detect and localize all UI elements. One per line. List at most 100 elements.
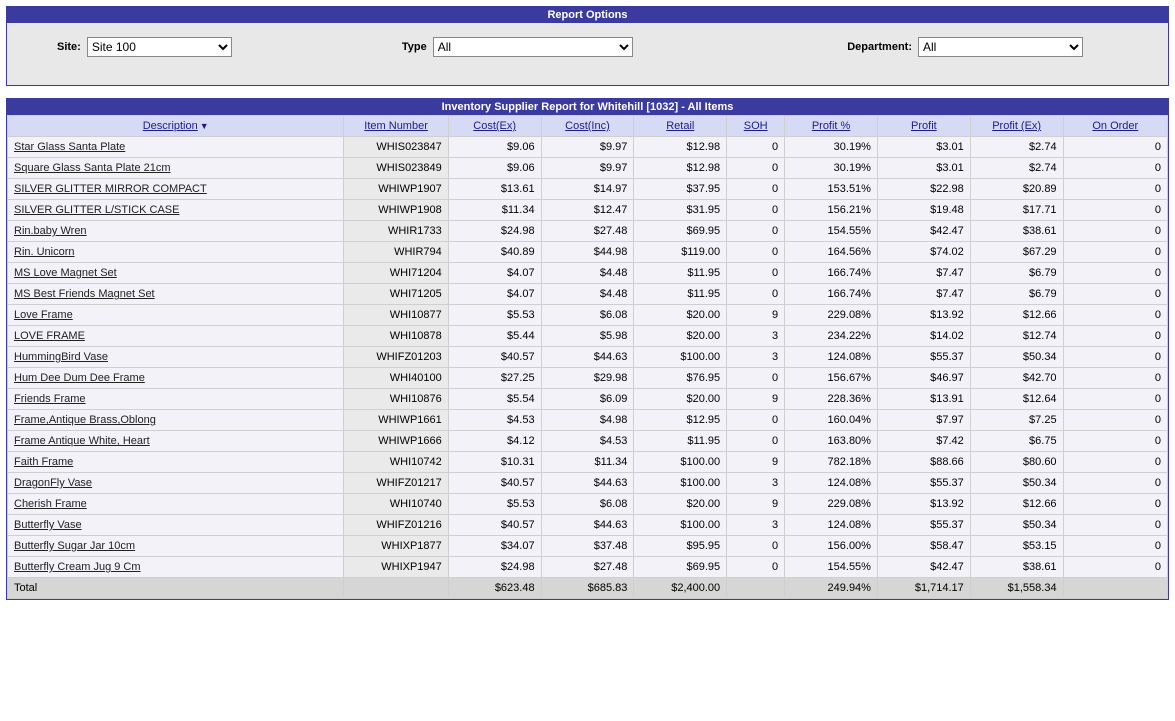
col-cost-inc[interactable]: Cost(Inc) xyxy=(541,116,634,137)
cell-retail: $95.95 xyxy=(634,536,727,557)
totals-profit-ex: $1,558.34 xyxy=(970,578,1063,599)
cell-cost-inc: $4.53 xyxy=(541,431,634,452)
cell-description[interactable]: Rin.baby Wren xyxy=(8,221,344,242)
col-retail[interactable]: Retail xyxy=(634,116,727,137)
cell-item-number: WHIXP1877 xyxy=(344,536,448,557)
cell-description[interactable]: DragonFly Vase xyxy=(8,473,344,494)
cell-profit-pct: 156.21% xyxy=(785,200,878,221)
report-options-title: Report Options xyxy=(7,7,1168,23)
cell-description[interactable]: Butterfly Sugar Jar 10cm xyxy=(8,536,344,557)
cell-on-order: 0 xyxy=(1063,137,1167,158)
cell-description[interactable]: Rin. Unicorn xyxy=(8,242,344,263)
col-profit-ex[interactable]: Profit (Ex) xyxy=(970,116,1063,137)
totals-profit-pct: 249.94% xyxy=(785,578,878,599)
report-panel: Inventory Supplier Report for Whitehill … xyxy=(6,98,1169,600)
cell-cost-ex: $4.07 xyxy=(448,263,541,284)
cell-description[interactable]: Faith Frame xyxy=(8,452,344,473)
cell-description[interactable]: Frame,Antique Brass,Oblong xyxy=(8,410,344,431)
cell-description[interactable]: Square Glass Santa Plate 21cm xyxy=(8,158,344,179)
dept-select[interactable]: All xyxy=(918,37,1083,57)
cell-description[interactable]: Love Frame xyxy=(8,305,344,326)
totals-on-order xyxy=(1063,578,1167,599)
cell-cost-inc: $5.98 xyxy=(541,326,634,347)
col-profit-pct[interactable]: Profit % xyxy=(785,116,878,137)
cell-cost-inc: $27.48 xyxy=(541,557,634,578)
type-select[interactable]: All xyxy=(433,37,633,57)
table-row: Butterfly Cream Jug 9 CmWHIXP1947$24.98$… xyxy=(8,557,1168,578)
cell-description[interactable]: Hum Dee Dum Dee Frame xyxy=(8,368,344,389)
cell-cost-inc: $9.97 xyxy=(541,137,634,158)
cell-cost-inc: $37.48 xyxy=(541,536,634,557)
col-description[interactable]: Description▼ xyxy=(8,116,344,137)
table-row: DragonFly VaseWHIFZ01217$40.57$44.63$100… xyxy=(8,473,1168,494)
cell-cost-ex: $9.06 xyxy=(448,137,541,158)
cell-description[interactable]: SILVER GLITTER MIRROR COMPACT xyxy=(8,179,344,200)
cell-on-order: 0 xyxy=(1063,494,1167,515)
table-row: Butterfly Sugar Jar 10cmWHIXP1877$34.07$… xyxy=(8,536,1168,557)
cell-on-order: 0 xyxy=(1063,305,1167,326)
cell-profit-ex: $2.74 xyxy=(970,137,1063,158)
cell-cost-ex: $24.98 xyxy=(448,557,541,578)
cell-description[interactable]: Butterfly Cream Jug 9 Cm xyxy=(8,557,344,578)
site-select[interactable]: Site 100 xyxy=(87,37,232,57)
cell-soh: 9 xyxy=(727,494,785,515)
cell-item-number: WHI10742 xyxy=(344,452,448,473)
cell-profit-ex: $17.71 xyxy=(970,200,1063,221)
cell-retail: $12.98 xyxy=(634,137,727,158)
totals-costinc: $685.83 xyxy=(541,578,634,599)
col-cost-ex[interactable]: Cost(Ex) xyxy=(448,116,541,137)
cell-description[interactable]: SILVER GLITTER L/STICK CASE xyxy=(8,200,344,221)
cell-on-order: 0 xyxy=(1063,347,1167,368)
cell-profit-pct: 30.19% xyxy=(785,158,878,179)
cell-profit-pct: 124.08% xyxy=(785,473,878,494)
cell-cost-inc: $6.08 xyxy=(541,305,634,326)
table-row: SILVER GLITTER L/STICK CASEWHIWP1908$11.… xyxy=(8,200,1168,221)
site-group: Site: Site 100 xyxy=(57,37,232,57)
col-soh[interactable]: SOH xyxy=(727,116,785,137)
table-row: Faith FrameWHI10742$10.31$11.34$100.0097… xyxy=(8,452,1168,473)
cell-retail: $37.95 xyxy=(634,179,727,200)
cell-cost-inc: $6.08 xyxy=(541,494,634,515)
cell-cost-ex: $40.89 xyxy=(448,242,541,263)
col-on-order[interactable]: On Order xyxy=(1063,116,1167,137)
cell-item-number: WHIR1733 xyxy=(344,221,448,242)
cell-profit-ex: $12.74 xyxy=(970,326,1063,347)
cell-soh: 9 xyxy=(727,389,785,410)
cell-cost-inc: $44.63 xyxy=(541,347,634,368)
cell-profit: $3.01 xyxy=(877,158,970,179)
table-row: SILVER GLITTER MIRROR COMPACTWHIWP1907$1… xyxy=(8,179,1168,200)
cell-description[interactable]: MS Love Magnet Set xyxy=(8,263,344,284)
cell-cost-inc: $29.98 xyxy=(541,368,634,389)
cell-profit: $14.02 xyxy=(877,326,970,347)
col-item-number[interactable]: Item Number xyxy=(344,116,448,137)
cell-on-order: 0 xyxy=(1063,242,1167,263)
cell-profit-pct: 156.00% xyxy=(785,536,878,557)
cell-item-number: WHI10876 xyxy=(344,389,448,410)
cell-on-order: 0 xyxy=(1063,179,1167,200)
cell-description[interactable]: Frame Antique White, Heart xyxy=(8,431,344,452)
cell-profit-pct: 229.08% xyxy=(785,494,878,515)
cell-cost-ex: $4.53 xyxy=(448,410,541,431)
cell-profit-ex: $6.79 xyxy=(970,284,1063,305)
cell-retail: $20.00 xyxy=(634,305,727,326)
cell-description[interactable]: Star Glass Santa Plate xyxy=(8,137,344,158)
cell-on-order: 0 xyxy=(1063,284,1167,305)
cell-item-number: WHI10877 xyxy=(344,305,448,326)
col-profit[interactable]: Profit xyxy=(877,116,970,137)
cell-description[interactable]: Cherish Frame xyxy=(8,494,344,515)
cell-item-number: WHIWP1908 xyxy=(344,200,448,221)
cell-description[interactable]: HummingBird Vase xyxy=(8,347,344,368)
cell-profit-ex: $50.34 xyxy=(970,473,1063,494)
cell-description[interactable]: LOVE FRAME xyxy=(8,326,344,347)
report-options-panel: Report Options Site: Site 100 Type All D… xyxy=(6,6,1169,86)
cell-cost-inc: $6.09 xyxy=(541,389,634,410)
cell-description[interactable]: MS Best Friends Magnet Set xyxy=(8,284,344,305)
cell-description[interactable]: Friends Frame xyxy=(8,389,344,410)
cell-profit: $3.01 xyxy=(877,137,970,158)
table-row: Frame Antique White, HeartWHIWP1666$4.12… xyxy=(8,431,1168,452)
cell-item-number: WHIWP1666 xyxy=(344,431,448,452)
cell-soh: 0 xyxy=(727,221,785,242)
cell-cost-ex: $40.57 xyxy=(448,347,541,368)
cell-description[interactable]: Butterfly Vase xyxy=(8,515,344,536)
cell-retail: $11.95 xyxy=(634,431,727,452)
